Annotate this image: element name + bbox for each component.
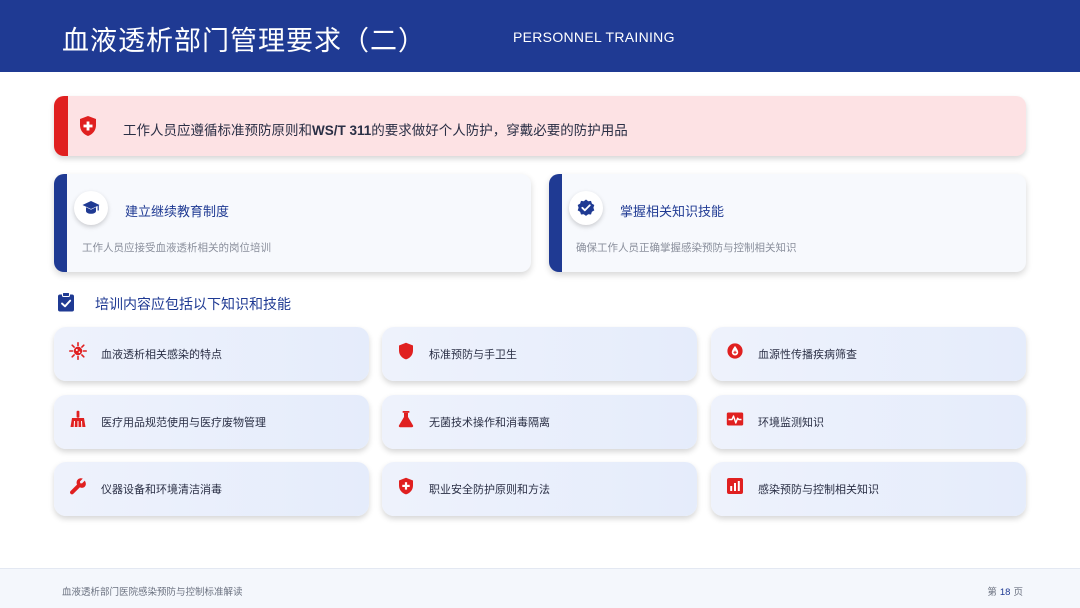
bar-chart-icon bbox=[727, 478, 743, 494]
list-item: 血源性传播疾病筛查 bbox=[711, 327, 1026, 381]
page-title: 血液透析部门管理要求（二） bbox=[62, 26, 426, 57]
graduation-cap-icon bbox=[82, 201, 100, 214]
item-label: 环境监测知识 bbox=[758, 416, 824, 429]
card-continuing-education: 建立继续教育制度 工作人员应接受血液透析相关的岗位培训 bbox=[54, 174, 531, 272]
list-item: 无菌技术操作和消毒隔离 bbox=[382, 395, 697, 449]
header-bar: 血液透析部门管理要求（二） PERSONNEL TRAINING bbox=[0, 0, 1080, 72]
list-item: 环境监测知识 bbox=[711, 395, 1026, 449]
page-number: 第 18 页 bbox=[987, 587, 1023, 598]
card-accent-bar bbox=[549, 174, 562, 272]
list-item: 标准预防与手卫生 bbox=[382, 327, 697, 381]
section-title: 培训内容应包括以下知识和技能 bbox=[95, 297, 291, 313]
item-label: 血液透析相关感染的特点 bbox=[101, 348, 222, 361]
list-item: 医疗用品规范使用与医疗废物管理 bbox=[54, 395, 369, 449]
card-icon-circle bbox=[74, 191, 108, 225]
broom-icon bbox=[70, 410, 86, 428]
flask-icon bbox=[398, 411, 414, 428]
virus-icon bbox=[69, 342, 87, 360]
alert-accent-bar bbox=[54, 96, 68, 156]
list-item: 血液透析相关感染的特点 bbox=[54, 327, 369, 381]
card-description: 确保工作人员正确掌握感染预防与控制相关知识 bbox=[576, 242, 797, 254]
card-icon-circle bbox=[569, 191, 603, 225]
item-label: 仪器设备和环境清洁消毒 bbox=[101, 483, 222, 496]
item-label: 标准预防与手卫生 bbox=[429, 348, 517, 361]
item-label: 医疗用品规范使用与医疗废物管理 bbox=[101, 416, 266, 429]
item-label: 无菌技术操作和消毒隔离 bbox=[429, 416, 550, 429]
list-item: 感染预防与控制相关知识 bbox=[711, 462, 1026, 516]
item-label: 职业安全防护原则和方法 bbox=[429, 483, 550, 496]
card-description: 工作人员应接受血液透析相关的岗位培训 bbox=[82, 242, 271, 254]
item-label: 血源性传播疾病筛查 bbox=[758, 348, 857, 361]
card-accent-bar bbox=[54, 174, 67, 272]
heart-pulse-icon bbox=[726, 412, 744, 426]
list-item: 仪器设备和环境清洁消毒 bbox=[54, 462, 369, 516]
clipboard-check-icon bbox=[58, 292, 74, 312]
footer-bar: 血液透析部门医院感染预防与控制标准解读 第 18 页 bbox=[0, 568, 1080, 608]
verified-badge-icon bbox=[577, 199, 595, 216]
footer-document-title: 血液透析部门医院感染预防与控制标准解读 bbox=[62, 587, 243, 598]
alert-text: 工作人员应遵循标准预防原则和WS/T 311的要求做好个人防护，穿戴必要的防护用… bbox=[123, 123, 628, 139]
item-label: 感染预防与控制相关知识 bbox=[758, 483, 879, 496]
shield-plus-icon bbox=[399, 477, 413, 495]
card-title: 掌握相关知识技能 bbox=[620, 205, 725, 220]
card-title: 建立继续教育制度 bbox=[125, 205, 230, 220]
shield-icon bbox=[399, 342, 413, 360]
wrench-icon bbox=[70, 478, 86, 495]
shield-plus-icon bbox=[80, 116, 96, 136]
blood-drop-icon bbox=[727, 343, 743, 359]
card-knowledge-skills: 掌握相关知识技能 确保工作人员正确掌握感染预防与控制相关知识 bbox=[549, 174, 1026, 272]
list-item: 职业安全防护原则和方法 bbox=[382, 462, 697, 516]
page-subtitle: PERSONNEL TRAINING bbox=[513, 29, 675, 45]
